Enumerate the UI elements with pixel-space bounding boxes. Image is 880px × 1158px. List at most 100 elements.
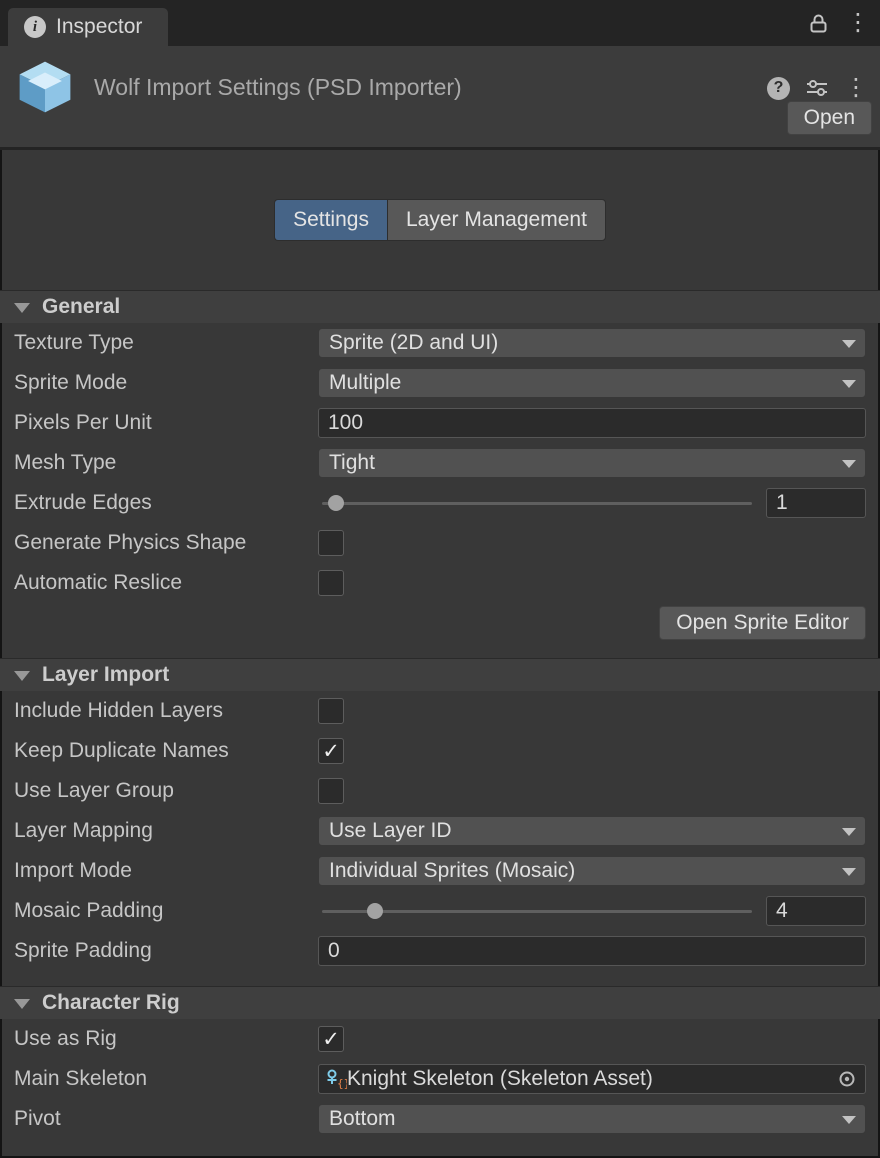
sprite-padding-input[interactable] <box>318 936 866 966</box>
tab-inspector[interactable]: i Inspector <box>8 8 168 46</box>
sprite-mode-dropdown[interactable]: Multiple <box>318 368 866 398</box>
chevron-down-icon <box>842 1116 856 1124</box>
pivot-value: Bottom <box>329 1107 396 1131</box>
chevron-down-icon <box>842 340 856 348</box>
header-menu-icon[interactable]: ⋮ <box>844 76 868 100</box>
mode-tabs-area: Settings Layer Management <box>0 150 880 290</box>
asset-header: Wolf Import Settings (PSD Importer) ? ⋮ … <box>0 46 880 150</box>
texture-type-value: Sprite (2D and UI) <box>329 331 498 355</box>
texture-type-row: Texture Type Sprite (2D and UI) <box>0 323 880 363</box>
mesh-type-row: Mesh Type Tight <box>0 443 880 483</box>
psd-importer-icon <box>16 58 74 116</box>
skeleton-asset-icon: {} <box>323 1067 347 1091</box>
foldout-arrow-icon[interactable] <box>14 999 30 1009</box>
extrude-edges-input[interactable] <box>766 488 866 518</box>
tab-bar-menu-icon[interactable]: ⋮ <box>846 11 870 35</box>
generate-physics-shape-checkbox[interactable] <box>318 530 344 556</box>
chevron-down-icon <box>842 868 856 876</box>
info-icon: i <box>24 16 46 38</box>
mosaic-padding-label: Mosaic Padding <box>14 899 318 923</box>
foldout-arrow-icon[interactable] <box>14 303 30 313</box>
mosaic-padding-input[interactable] <box>766 896 866 926</box>
generate-physics-shape-label: Generate Physics Shape <box>14 531 318 555</box>
sprite-padding-label: Sprite Padding <box>14 939 318 963</box>
chevron-down-icon <box>842 828 856 836</box>
chevron-down-icon <box>842 380 856 388</box>
include-hidden-layers-label: Include Hidden Layers <box>14 699 318 723</box>
pixels-per-unit-label: Pixels Per Unit <box>14 411 318 435</box>
generate-physics-shape-row: Generate Physics Shape <box>0 523 880 563</box>
layer-mapping-row: Layer Mapping Use Layer ID <box>0 811 880 851</box>
mosaic-padding-slider[interactable] <box>318 896 756 926</box>
section-character-rig-title: Character Rig <box>42 991 180 1015</box>
slider-handle[interactable] <box>367 903 383 919</box>
mesh-type-dropdown[interactable]: Tight <box>318 448 866 478</box>
automatic-reslice-checkbox[interactable] <box>318 570 344 596</box>
import-mode-value: Individual Sprites (Mosaic) <box>329 859 575 883</box>
layer-mapping-label: Layer Mapping <box>14 819 318 843</box>
texture-type-label: Texture Type <box>14 331 318 355</box>
section-general[interactable]: General <box>0 290 880 323</box>
presets-icon[interactable] <box>806 78 828 98</box>
inspector-window: i Inspector ⋮ Wolf Imp <box>0 0 880 1158</box>
pivot-row: Pivot Bottom <box>0 1099 880 1139</box>
mesh-type-label: Mesh Type <box>14 451 318 475</box>
use-as-rig-row: Use as Rig <box>0 1019 880 1059</box>
layer-mapping-dropdown[interactable]: Use Layer ID <box>318 816 866 846</box>
main-skeleton-row: Main Skeleton {} Knight Skeleton (Skelet… <box>0 1059 880 1099</box>
slider-handle[interactable] <box>328 495 344 511</box>
layer-mapping-value: Use Layer ID <box>329 819 452 843</box>
keep-duplicate-names-checkbox[interactable] <box>318 738 344 764</box>
keep-duplicate-names-label: Keep Duplicate Names <box>14 739 318 763</box>
section-layer-import-title: Layer Import <box>42 663 169 687</box>
section-layer-import[interactable]: Layer Import <box>0 658 880 691</box>
keep-duplicate-names-row: Keep Duplicate Names <box>0 731 880 771</box>
section-character-rig[interactable]: Character Rig <box>0 986 880 1019</box>
use-as-rig-checkbox[interactable] <box>318 1026 344 1052</box>
slider-track <box>322 502 752 505</box>
tab-settings[interactable]: Settings <box>274 199 387 241</box>
main-skeleton-value: Knight Skeleton (Skeleton Asset) <box>347 1067 833 1091</box>
mesh-type-value: Tight <box>329 451 375 475</box>
extrude-edges-label: Extrude Edges <box>14 491 318 515</box>
use-layer-group-label: Use Layer Group <box>14 779 318 803</box>
texture-type-dropdown[interactable]: Sprite (2D and UI) <box>318 328 866 358</box>
mosaic-padding-row: Mosaic Padding <box>0 891 880 931</box>
import-mode-label: Import Mode <box>14 859 318 883</box>
sprite-editor-row: Open Sprite Editor <box>0 603 880 643</box>
help-icon[interactable]: ? <box>767 77 790 100</box>
import-mode-row: Import Mode Individual Sprites (Mosaic) <box>0 851 880 891</box>
extrude-edges-slider[interactable] <box>318 488 756 518</box>
foldout-arrow-icon[interactable] <box>14 671 30 681</box>
sprite-padding-row: Sprite Padding <box>0 931 880 971</box>
sprite-mode-row: Sprite Mode Multiple <box>0 363 880 403</box>
automatic-reslice-label: Automatic Reslice <box>14 571 318 595</box>
use-layer-group-row: Use Layer Group <box>0 771 880 811</box>
main-skeleton-object-field[interactable]: {} Knight Skeleton (Skeleton Asset) <box>318 1064 866 1094</box>
include-hidden-layers-checkbox[interactable] <box>318 698 344 724</box>
svg-text:{}: {} <box>337 1077 347 1090</box>
open-sprite-editor-button[interactable]: Open Sprite Editor <box>659 606 866 640</box>
tab-layer-management[interactable]: Layer Management <box>387 199 606 241</box>
sprite-mode-label: Sprite Mode <box>14 371 318 395</box>
extrude-edges-row: Extrude Edges <box>0 483 880 523</box>
slider-track <box>322 910 752 913</box>
import-mode-dropdown[interactable]: Individual Sprites (Mosaic) <box>318 856 866 886</box>
pixels-per-unit-input[interactable] <box>318 408 866 438</box>
pivot-label: Pivot <box>14 1107 318 1131</box>
lock-icon[interactable] <box>809 13 828 34</box>
inspector-tab-label: Inspector <box>56 15 142 39</box>
section-general-title: General <box>42 295 120 319</box>
use-as-rig-label: Use as Rig <box>14 1027 318 1051</box>
use-layer-group-checkbox[interactable] <box>318 778 344 804</box>
include-hidden-layers-row: Include Hidden Layers <box>0 691 880 731</box>
main-skeleton-label: Main Skeleton <box>14 1067 318 1091</box>
open-button[interactable]: Open <box>787 101 872 135</box>
object-picker-icon[interactable] <box>833 1065 861 1093</box>
chevron-down-icon <box>842 460 856 468</box>
asset-title: Wolf Import Settings (PSD Importer) <box>94 74 747 101</box>
pixels-per-unit-row: Pixels Per Unit <box>0 403 880 443</box>
automatic-reslice-row: Automatic Reslice <box>0 563 880 603</box>
pivot-dropdown[interactable]: Bottom <box>318 1104 866 1134</box>
sprite-mode-value: Multiple <box>329 371 401 395</box>
